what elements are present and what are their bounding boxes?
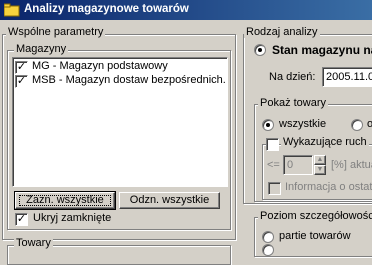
with-movement-checkbox[interactable] bbox=[266, 138, 279, 151]
deselect-all-button[interactable]: Odzn. wszystkie bbox=[119, 192, 220, 209]
batches-label[interactable]: partie towarów bbox=[279, 230, 351, 242]
warehouse-mg-checkbox[interactable]: ✓ bbox=[15, 61, 28, 74]
stock-status-radio[interactable] bbox=[254, 44, 266, 56]
detail-level-label: Poziom szczegółowośc bbox=[258, 210, 372, 222]
show-products-label: Pokaż towary bbox=[258, 97, 329, 109]
all-products-label[interactable]: wszystkie bbox=[279, 118, 326, 130]
info-label[interactable]: Informacja o ostatn bbox=[285, 181, 372, 193]
spin-down-button[interactable]: ▼ bbox=[314, 165, 326, 175]
hide-closed-checkbox[interactable]: ✓ bbox=[15, 213, 28, 226]
focus-rect bbox=[19, 195, 111, 206]
warehouse-mg-label[interactable]: MG - Magazyn podstawowy bbox=[32, 60, 168, 72]
window-title: Analizy magazynowe towarów bbox=[24, 3, 189, 15]
deselect-all-label: Odzn. wszystkie bbox=[129, 194, 210, 206]
date-input[interactable]: 2005.11.0 bbox=[322, 67, 372, 87]
warehouse-msb-label[interactable]: MSB - Magazyn dostaw bezpośrednich. bbox=[32, 74, 226, 86]
analysis-type-label: Rodzaj analizy bbox=[244, 26, 320, 38]
products-label: Towary bbox=[14, 237, 53, 249]
threshold-value: 0 bbox=[287, 159, 294, 171]
warehouses-label: Magazyny bbox=[14, 43, 69, 55]
spin-up-button[interactable]: ▲ bbox=[314, 155, 326, 165]
percent-label: [%] aktua bbox=[331, 159, 372, 171]
app-folder-icon bbox=[4, 3, 20, 17]
info-checkbox[interactable] bbox=[268, 182, 281, 195]
title-bar[interactable]: Analizy magazynowe towarów bbox=[0, 0, 372, 20]
with-movement-label[interactable]: Wykazujące ruch bbox=[281, 136, 369, 148]
hide-closed-label[interactable]: Ukryj zamknięte bbox=[33, 212, 111, 224]
other-option-radio[interactable] bbox=[351, 119, 363, 131]
on-day-label: Na dzień: bbox=[269, 71, 316, 83]
shared-params-label: Wspólne parametry bbox=[6, 26, 106, 38]
second-detail-radio[interactable] bbox=[262, 244, 274, 256]
date-value: 2005.11.0 bbox=[326, 71, 372, 83]
select-all-button[interactable]: Zazn. wszystkie bbox=[14, 191, 116, 210]
batches-radio[interactable] bbox=[262, 231, 274, 243]
other-option-label[interactable]: o bbox=[367, 118, 372, 130]
stock-status-label[interactable]: Stan magazynu na bbox=[272, 43, 372, 57]
warehouse-msb-checkbox[interactable]: ✓ bbox=[15, 75, 28, 88]
le-label: <= bbox=[267, 159, 280, 171]
threshold-spin-input[interactable]: 0 bbox=[283, 155, 313, 175]
all-products-radio[interactable] bbox=[262, 119, 274, 131]
